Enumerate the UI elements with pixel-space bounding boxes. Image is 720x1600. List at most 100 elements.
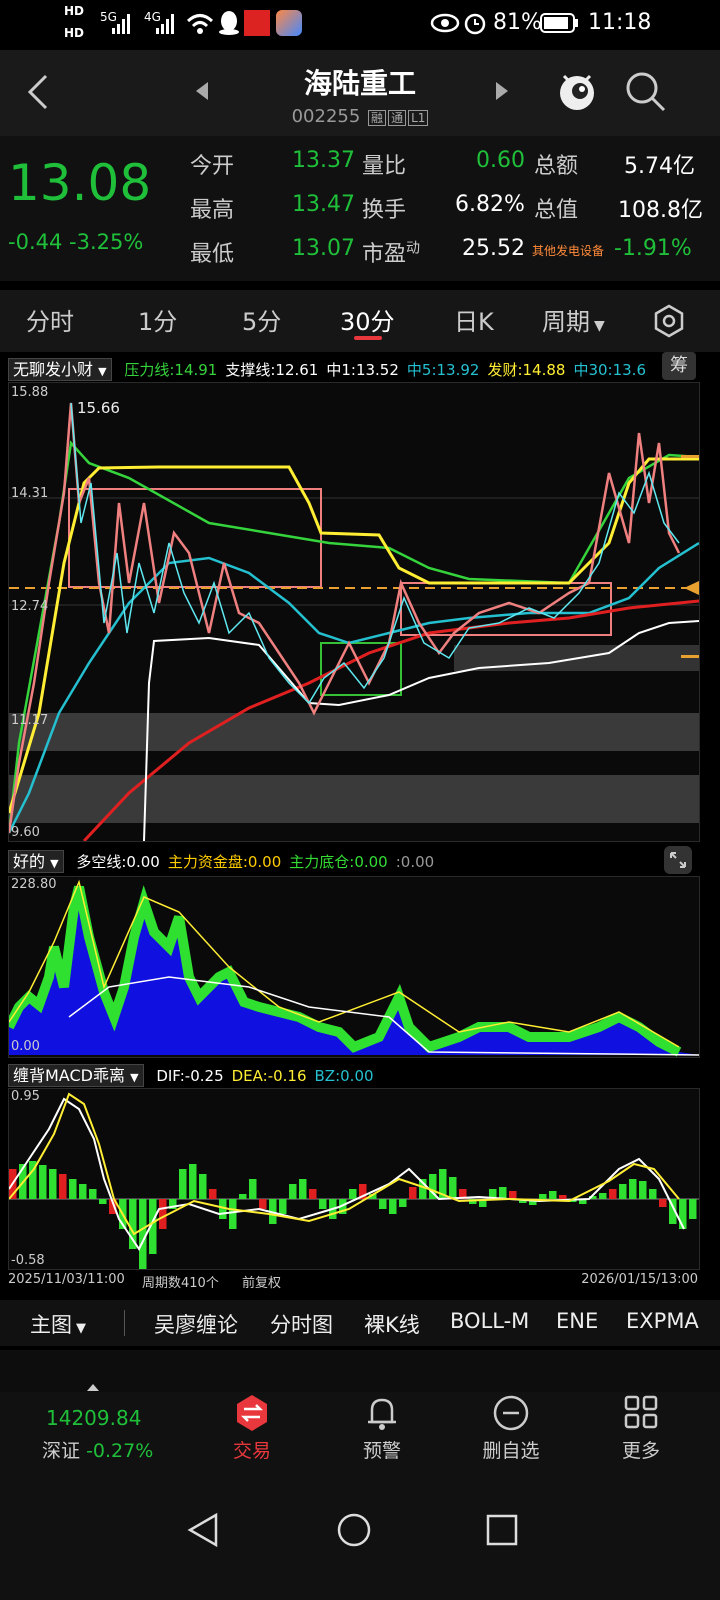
macd-indicator-value: BZ:0.00: [314, 1067, 374, 1085]
macd-bar: [619, 1184, 627, 1199]
eye-icon: [430, 13, 460, 33]
tool-naked-k[interactable]: 裸K线: [364, 1309, 420, 1339]
index-value[interactable]: 14209.84: [46, 1406, 141, 1430]
index-row[interactable]: 深证 -0.27%: [42, 1436, 153, 1463]
search-icon[interactable]: [624, 70, 668, 114]
macd-bar: [99, 1199, 107, 1204]
candlestick-chart[interactable]: 15.88 14.31 12.74 11.17 9.60 15.66: [8, 382, 700, 842]
macd-indicator-value: DIF:-0.25: [156, 1067, 224, 1085]
open-value: 13.37: [292, 148, 355, 173]
start-date: 2025/11/03/11:00: [8, 1272, 125, 1287]
next-stock-icon[interactable]: [494, 80, 510, 102]
current-price-marker: [684, 581, 699, 595]
nav-alert-label: 预警: [362, 1440, 401, 1462]
sector-change[interactable]: -1.91%: [614, 236, 692, 261]
tab-30min[interactable]: 30分: [340, 302, 395, 337]
main-indicator-value: 支撑线:12.61: [225, 361, 319, 379]
dropdown-icon: ▼: [98, 365, 107, 378]
vol-indicator-select[interactable]: 好的 ▼: [8, 850, 64, 873]
index-change: -0.27%: [86, 1440, 154, 1462]
tool-timeshare[interactable]: 分时图: [270, 1309, 333, 1339]
caret-up-icon[interactable]: [86, 1382, 100, 1392]
low-label: 最低: [190, 242, 235, 267]
main-indicator-value: 中30:13.6: [573, 361, 646, 379]
qq-icon: [219, 11, 239, 35]
nav-remove-watchlist[interactable]: 删自选: [461, 1392, 561, 1482]
tab-period[interactable]: 周期 ▼: [542, 302, 605, 337]
support-band: [9, 775, 699, 823]
macd-bar: [319, 1199, 327, 1209]
y-label-4: 11.17: [11, 713, 49, 728]
alarm-icon: [464, 13, 486, 35]
expand-icon[interactable]: [664, 846, 692, 874]
main-chart-select[interactable]: 主图 ▼: [30, 1309, 86, 1339]
nav-trade[interactable]: 交易: [202, 1392, 302, 1482]
sector-label[interactable]: 其他发电设备: [532, 242, 604, 259]
tool-ene[interactable]: ENE: [556, 1309, 598, 1333]
chip-distribution-button[interactable]: 筹: [662, 352, 696, 380]
chart-footer: 2025/11/03/11:00 周期数410个 前复权 2026/01/15/…: [8, 1272, 698, 1292]
main-indicator-value: 压力线:14.91: [124, 361, 218, 379]
main-indicator-values: 压力线:14.91 支撑线:12.61 中1:13.52 中5:13.92 发财:14.…: [116, 361, 646, 379]
volume-ratio-value: 0.60: [476, 148, 525, 173]
tool-boll[interactable]: BOLL-M: [450, 1309, 529, 1333]
macd-chart[interactable]: 0.95 -0.58: [8, 1088, 700, 1270]
system-recents-icon[interactable]: [486, 1514, 518, 1546]
adjust-mode: 前复权: [242, 1276, 282, 1291]
bottom-nav: 14209.84 深证 -0.27% 交易 预警 删自选 更多: [0, 1384, 720, 1492]
settings-hexagon-icon[interactable]: [652, 304, 686, 338]
system-nav-bar: [0, 1492, 720, 1600]
tool-chanlun[interactable]: 吴廖缠论: [154, 1309, 238, 1339]
minus-circle-icon: [493, 1395, 529, 1431]
main-indicator-bar: 无聊发小财 ▼ 压力线:14.91 支撑线:12.61 中1:13.52 中5:13.…: [8, 356, 720, 381]
status-bar: HD HD 5G 4G 81% 11:18: [0, 0, 720, 50]
stock-header: 海陆重工 002255 融通 L1: [0, 50, 720, 136]
connect-tag: 通: [388, 110, 407, 126]
turnover-label: 换手: [362, 198, 407, 223]
tab-timeshare[interactable]: 分时: [26, 302, 74, 337]
macd-bar: [189, 1164, 197, 1199]
dif-line: [9, 1097, 685, 1251]
macd-bar: [139, 1199, 147, 1269]
period-tabs: 分时 1分 5分 30分 日K 周期 ▼: [0, 290, 720, 352]
vol-indicator-value: :0.00: [395, 853, 435, 871]
tool-expma[interactable]: EXPMA: [626, 1309, 699, 1333]
macd-bar: [299, 1179, 307, 1199]
price-change-pct: -3.25%: [69, 230, 144, 254]
market-cap-value: 108.8亿: [618, 198, 703, 223]
tab-1min[interactable]: 1分: [138, 302, 177, 337]
macd-bar: [399, 1199, 407, 1207]
macd-bar: [69, 1179, 77, 1199]
tab-5min[interactable]: 5分: [242, 302, 281, 337]
nav-more[interactable]: 更多: [591, 1392, 691, 1482]
dropdown-icon: ▼: [50, 857, 59, 870]
volume-svg: [9, 879, 699, 1057]
stock-name: 海陆重工: [303, 67, 416, 100]
tab-daily[interactable]: 日K: [454, 302, 494, 337]
macd-bar: [609, 1189, 617, 1199]
macd-bar: [599, 1193, 607, 1199]
macd-indicator-select[interactable]: 缠背MACD乖离 ▼: [8, 1064, 144, 1087]
macd-bar: [59, 1174, 67, 1199]
active-tab-indicator: [354, 336, 382, 340]
chart-toolbar: 主图 ▼ 吴廖缠论 分时图 裸K线 BOLL-M ENE EXPMA: [0, 1300, 720, 1346]
vol-y-bottom: 0.00: [11, 1039, 40, 1054]
nav-trade-label: 交易: [232, 1440, 271, 1462]
macd-bar: [49, 1169, 57, 1199]
system-home-icon[interactable]: [336, 1512, 372, 1548]
macd-bar: [129, 1199, 137, 1249]
main-indicator-select[interactable]: 无聊发小财 ▼: [8, 358, 112, 381]
end-date: 2026/01/15/13:00: [581, 1272, 698, 1287]
low-value: 13.07: [292, 236, 355, 261]
volume-chart[interactable]: 228.80 0.00: [8, 876, 700, 1058]
main-indicator-value: 中5:13.92: [406, 361, 480, 379]
turnover-value: 6.82%: [455, 192, 525, 217]
macd-bar: [539, 1194, 547, 1199]
margin-tag: 融: [368, 110, 387, 126]
vol-y-top: 228.80: [11, 877, 57, 892]
mascot-icon[interactable]: [554, 66, 600, 116]
macd-bar: [389, 1199, 397, 1214]
nav-alert[interactable]: 预警: [332, 1392, 432, 1482]
nav-remove-label: 删自选: [482, 1440, 540, 1462]
system-back-icon[interactable]: [186, 1512, 220, 1548]
